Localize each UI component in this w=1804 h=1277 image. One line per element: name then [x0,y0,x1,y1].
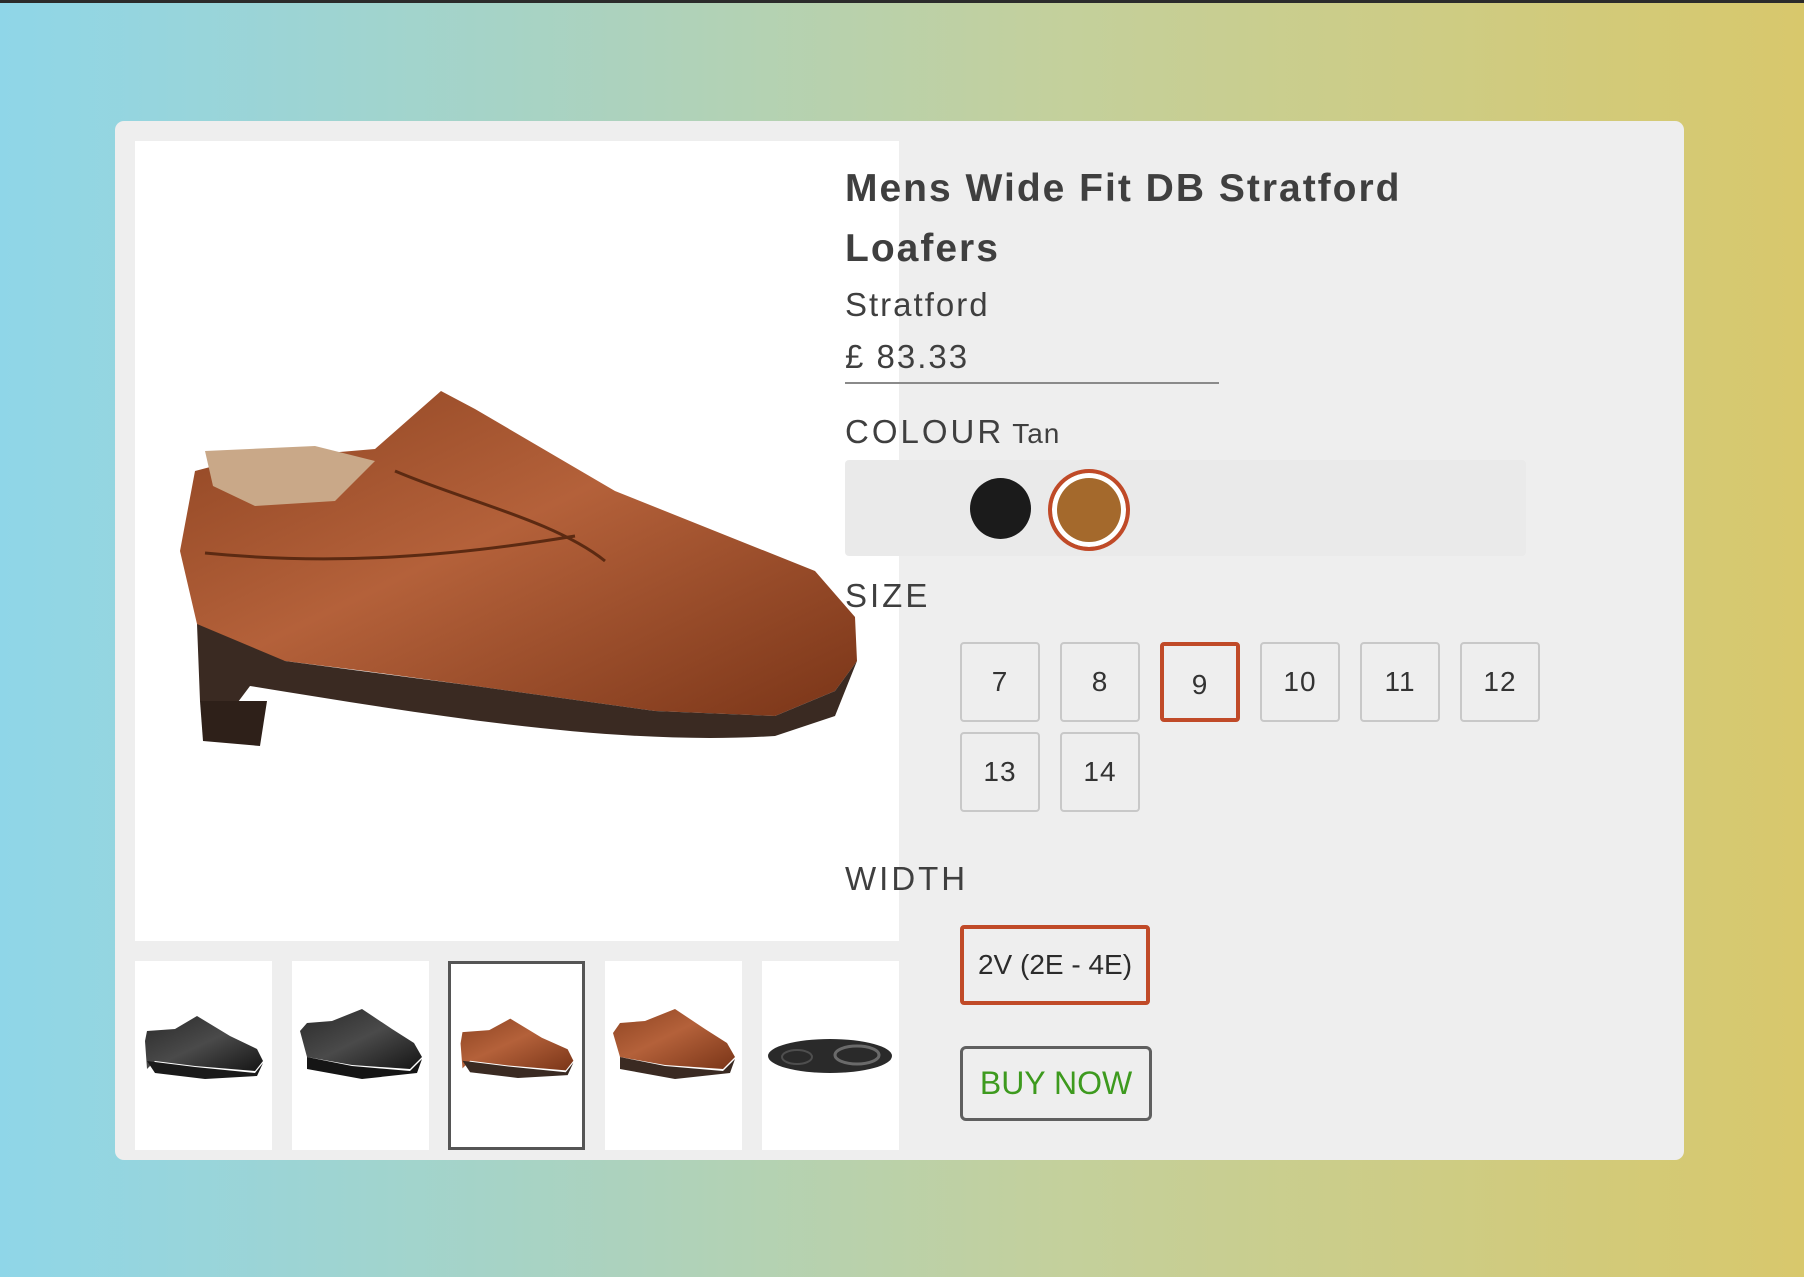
size-option-11[interactable]: 11 [1360,642,1440,722]
thumbnail-1[interactable] [135,961,272,1150]
thumbnail-5[interactable] [762,961,899,1150]
size-option-10[interactable]: 10 [1260,642,1340,722]
colour-swatch-black[interactable] [970,478,1031,539]
thumbnail-2[interactable] [292,961,429,1150]
colour-heading: COLOUR Tan [845,413,1060,451]
price-divider [845,382,1219,384]
tan-loafer-illustration [180,391,857,746]
thumbnail-4[interactable] [605,961,742,1150]
product-price: £ 83.33 [845,338,970,375]
product-brand: Stratford [845,286,990,323]
size-label: SIZE [845,577,931,614]
main-product-image [135,141,899,941]
width-label: WIDTH [845,860,969,897]
size-option-7[interactable]: 7 [960,642,1040,722]
buy-now-button[interactable]: BUY NOW [960,1046,1152,1121]
window-top-border [0,0,1804,3]
black-loafer-angled-thumb [300,1009,422,1079]
tan-loafer-angled-thumb [613,1009,735,1079]
size-option-8[interactable]: 8 [1060,642,1140,722]
thumbnail-3[interactable] [448,961,585,1150]
size-option-13[interactable]: 13 [960,732,1040,812]
colour-swatch-tan[interactable] [1048,469,1130,551]
size-option-12[interactable]: 12 [1460,642,1540,722]
colour-label: COLOUR [845,413,1005,450]
size-option-14[interactable]: 14 [1060,732,1140,812]
sole-thumb [768,1039,892,1073]
product-title: Mens Wide Fit DB Stratford Loafers [845,167,1402,270]
black-loafer-thumb [145,1016,263,1079]
width-option[interactable]: 2V (2E - 4E) [960,925,1150,1005]
tan-loafer-thumb [460,1018,574,1078]
size-option-9[interactable]: 9 [1160,642,1240,722]
colour-swatch-group [845,460,1526,556]
selected-colour-name: Tan [1012,418,1061,449]
